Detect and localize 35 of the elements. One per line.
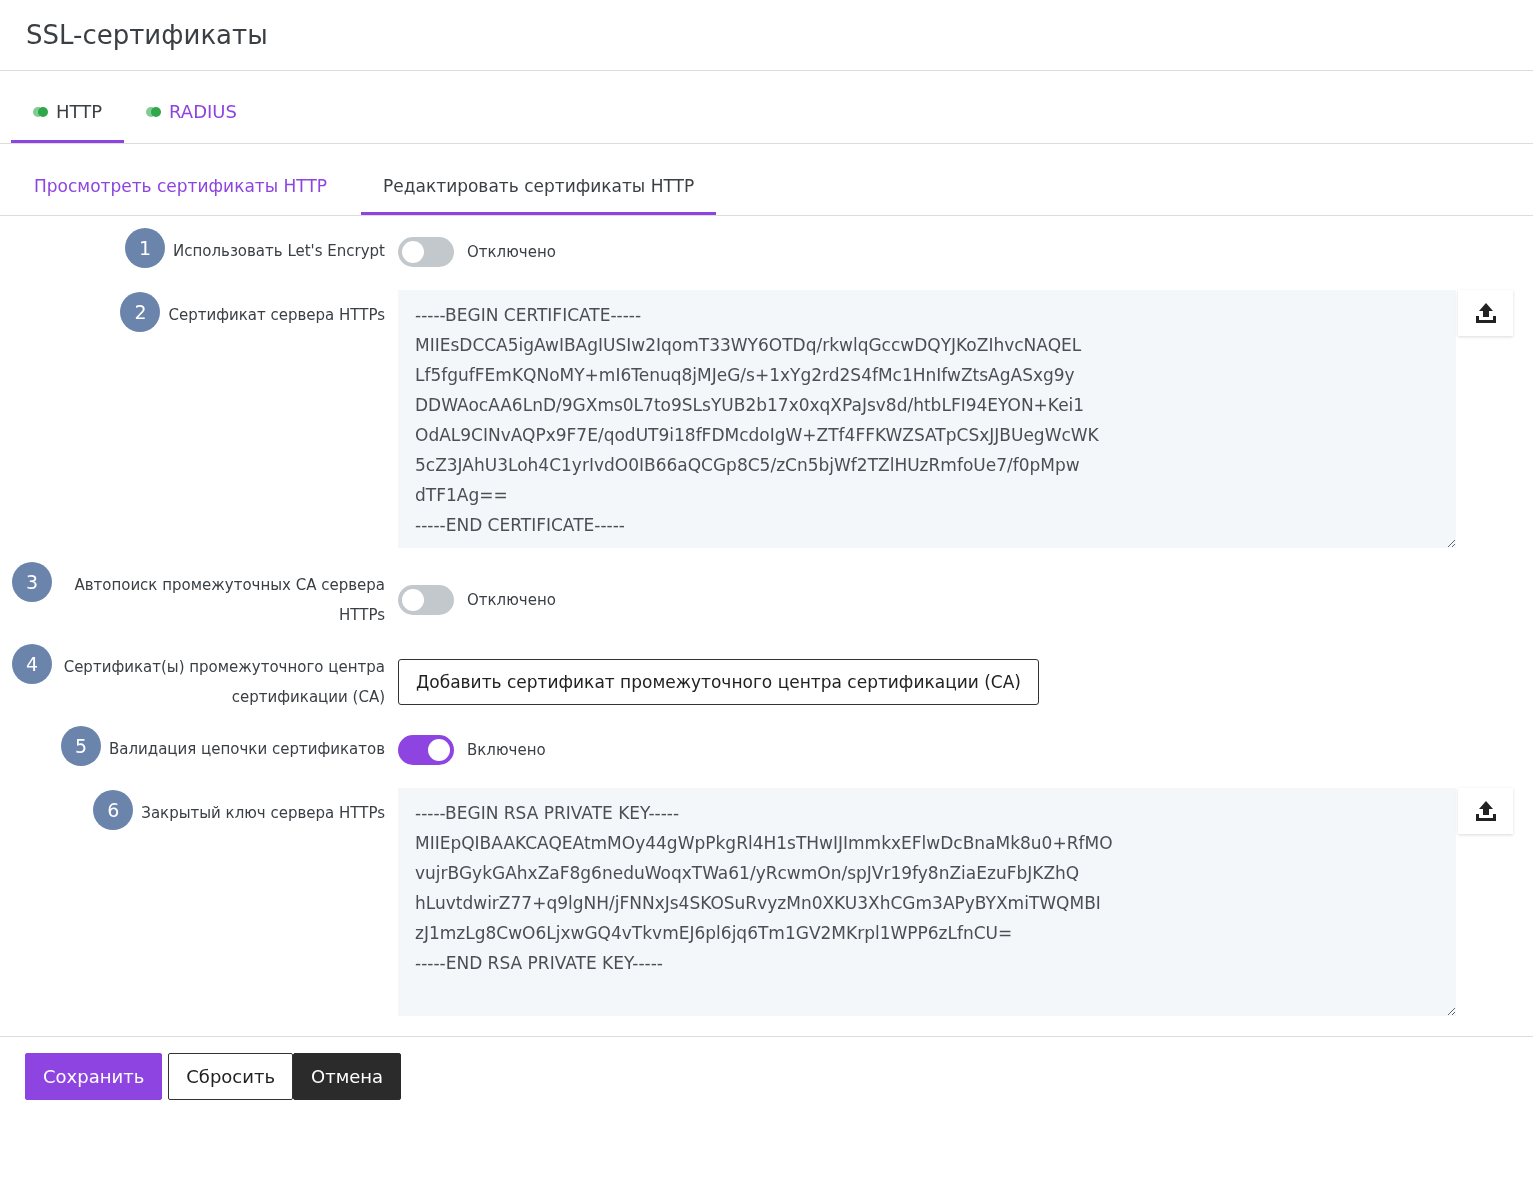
upload-button[interactable] [1458, 788, 1513, 834]
toggle-status: Отключено [467, 591, 556, 609]
field-label: Закрытый ключ сервера HTTPs [141, 803, 385, 824]
toggle-switch[interactable] [398, 237, 454, 267]
step-number: 1 [125, 228, 165, 268]
text-area[interactable]: -----BEGIN CERTIFICATE----- MIIEsDCCA5igAwIBAgIUSIw2IqomT33WY6OTDq/rkwlqGccwDQYJKoZIhvcNAQEL Lf5fgufFEmKQNoMY+mI6Tenuq8jMJeG/s+1xYg2rd2S4fMc1HnIfwZtsAgASxg9y DDWAocAA6LnD/9GXms0L7to9SLsYUB2b17x0xqXPaJsv8d/htbLFI94EYON+Kei1 OdAL9CINvAQPx9F7E/qodUT9i18fFDMcdoIgW+ZTf4FFKWZSATpCSxJJBUegWcWK 5cZ3JAhU3Loh4C1yrIvdO0IB66aQCGp8C5/zCn5bjWf2TZlHUzRmfoUe7/f0pMpw dTF1Ag== -----END CERTIFICATE----- [398, 290, 1456, 548]
toggle-switch[interactable] [398, 585, 454, 615]
step-number: 2 [120, 292, 161, 332]
step-number: 5 [60, 726, 101, 766]
field-label: Сертификат(ы) промежуточного центра сертификации (CA) [62, 657, 385, 708]
field-label: Использовать Let's Encrypt [173, 241, 385, 262]
toggle-status: Отключено [467, 243, 556, 261]
toggle-switch[interactable] [398, 735, 454, 765]
tab[interactable]: Просмотреть сертификаты HTTP [12, 176, 350, 215]
action-button[interactable]: Сохранить [25, 1053, 163, 1100]
tab[interactable]: Редактировать сертификаты HTTP [361, 176, 717, 215]
status-dot-icon [33, 106, 48, 117]
tab[interactable]: RADIUS [124, 101, 259, 143]
upload-button[interactable] [1458, 290, 1513, 336]
upload-icon [1474, 302, 1497, 324]
status-dot-icon [146, 106, 162, 117]
upload-icon [1474, 800, 1497, 822]
action-button[interactable]: Отмена [293, 1053, 402, 1100]
step-number: 6 [93, 790, 134, 830]
field-label: Автопоиск промежуточных CA сервера HTTPs [73, 575, 385, 626]
add-certificate-button[interactable]: Добавить сертификат промежуточного центра сертификации (CA) [398, 659, 1039, 705]
action-button[interactable]: Сбросить [168, 1053, 294, 1100]
field-label: Валидация цепочки сертификатов [108, 739, 385, 760]
field-label: Сертификат сервера HTTPs [168, 305, 385, 326]
tab[interactable]: HTTP [11, 101, 125, 143]
step-number: 3 [12, 562, 52, 602]
toggle-status: Включено [467, 741, 546, 759]
page-title: SSL-сертификаты [0, 0, 1533, 71]
step-number: 4 [12, 644, 52, 684]
text-area[interactable]: -----BEGIN RSA PRIVATE KEY----- MIIEpQIBAAKCAQEAtmMOy44gWpPkgRl4H1sTHwIJImmkxEFlwDcBnaMk8u0+RfMO vujrBGykGAhxZaF8g6neduWoqxTWa61/yRcwmOn/spJVr19fy8nZiaEzuFbJKZhQ hLuvtdwirZ77+q9lgNH/jFNNxJs4SKOSuRvyzMn0XKU3XhCGm3APyBYXmiTWQMBI zJ1mzLg8CwO6LjxwGQ4vTkvmEJ6pl6jq6Tm1GV2MKrpl1WPP6zLfnCU= -----END RSA PRIVATE KEY----- [398, 788, 1456, 1016]
